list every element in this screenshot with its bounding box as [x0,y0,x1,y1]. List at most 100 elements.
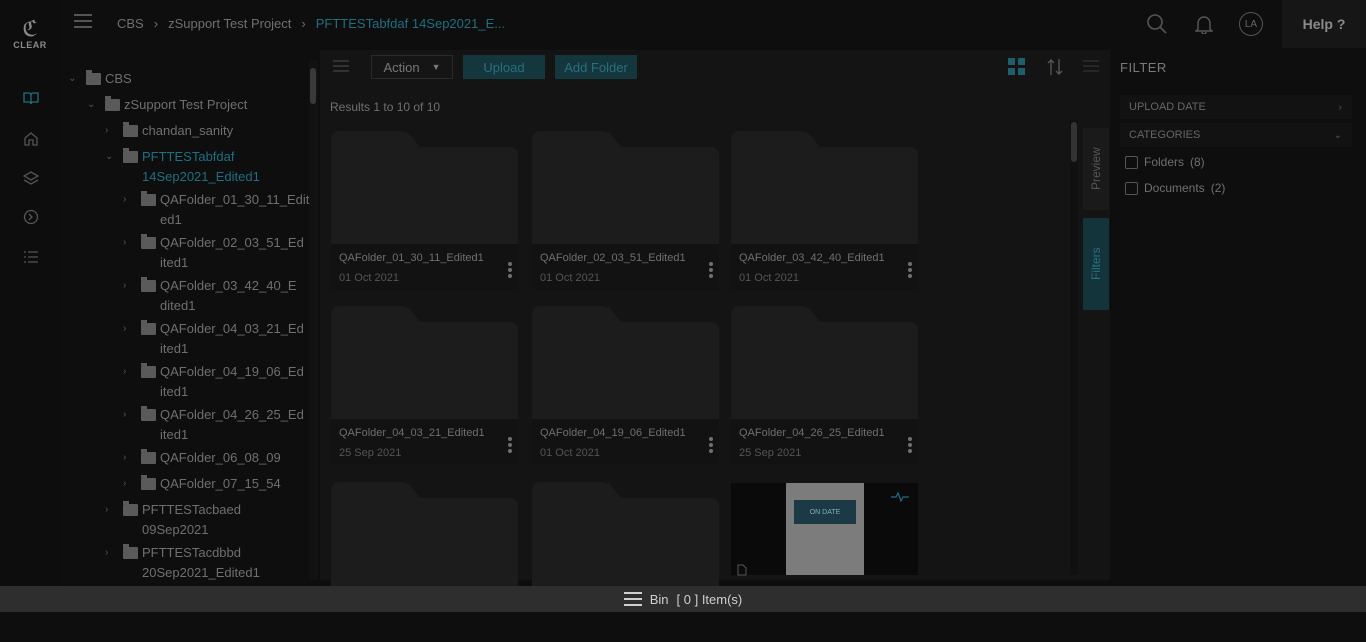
card-date: 25 Sep 2021 [739,447,802,459]
folder-body-shape [331,322,518,419]
folder-icon [141,277,156,292]
filters-tab[interactable]: Filters [1083,218,1109,310]
chevron-right-icon[interactable]: › [123,190,135,210]
tree-node-item[interactable]: › QAFolder_01_30_11_Edit ed1 [123,190,309,230]
tree-scrollbar[interactable] [310,68,316,104]
add-folder-button[interactable]: Add Folder [555,55,637,79]
folder-icon [86,70,101,85]
tree-node-cbs[interactable]: ⌄ CBS [68,69,132,89]
clear-logo[interactable]: ℭ CLEAR [12,18,48,54]
card-footer: QAFolder_04_26_25_Edited1 25 Sep 2021 [731,419,918,465]
more-options-icon[interactable] [709,437,713,455]
more-options-icon[interactable] [508,437,512,455]
chevron-right-icon[interactable]: › [105,121,117,141]
chevron-down-icon[interactable]: ⌄ [68,69,80,89]
tree-node-item[interactable]: ⌄ PFTTESTabfdaf 14Sep2021_Edited1 [105,147,260,187]
tree-node-label-line1: PFTTESTacdbbd [142,545,241,560]
upload-date-filter[interactable]: UPLOAD DATE › [1120,95,1352,119]
chevron-down-icon[interactable]: ⌄ [87,95,99,115]
content-area: Action ▼ Upload Add Folder Results 1 to … [320,50,1110,595]
tree-node-item[interactable]: › PFTTESTacbaed 09Sep2021 [105,500,241,540]
chevron-right-icon[interactable]: › [105,500,117,520]
folder-card[interactable]: QAFolder_01_30_11_Edited1 01 Oct 2021 [331,131,518,291]
more-options-icon[interactable] [908,262,912,280]
folder-card[interactable] [331,482,518,642]
bell-icon[interactable] [1192,12,1216,36]
folder-card[interactable]: QAFolder_04_26_25_Edited1 25 Sep 2021 [731,306,918,466]
logo-mark-icon: ℭ [22,16,38,41]
card-date: 01 Oct 2021 [339,272,399,284]
home-icon[interactable] [20,129,42,147]
sync-icon[interactable] [20,208,42,226]
breadcrumb-cbs[interactable]: CBS [117,16,144,31]
details-panel-icon[interactable] [1083,59,1099,78]
chevron-right-icon[interactable]: › [123,362,135,382]
folder-icon [141,363,156,378]
book-icon[interactable] [20,89,42,107]
categories-label: CATEGORIES [1129,129,1201,141]
sort-icon[interactable] [1047,58,1063,81]
folder-icon [123,122,138,137]
folder-card[interactable]: QAFolder_02_03_51_Edited1 01 Oct 2021 [532,131,719,291]
card-footer: QAFolder_04_03_21_Edited1 25 Sep 2021 [331,419,518,465]
grid-view-icon[interactable] [1008,58,1025,80]
tree-node-item[interactable]: › QAFolder_06_08_09 [123,448,281,468]
folder-body-shape [532,322,719,419]
help-button[interactable]: Help ? [1282,0,1366,48]
checkbox-box[interactable] [1125,155,1138,169]
document-thumbnail [786,483,864,575]
more-options-icon[interactable] [508,262,512,280]
folder-card[interactable]: QAFolder_04_03_21_Edited1 25 Sep 2021 [331,306,518,466]
tree-node-label: chandan_sanity [142,121,233,141]
tree-node-label-line1: QAFolder_01_30_11_Edit [160,192,310,207]
chevron-right-icon[interactable]: › [105,543,117,563]
card-name: QAFolder_03_42_40_Edited1 [739,252,885,264]
folders-checkbox[interactable]: Folders (8) [1125,155,1205,169]
chevron-right-icon[interactable]: › [123,405,135,425]
chevron-right-icon[interactable]: › [123,474,135,494]
card-name: QAFolder_01_30_11_Edited1 [339,252,484,264]
documents-checkbox[interactable]: Documents (2) [1125,181,1225,195]
chevron-right-icon[interactable]: › [123,276,135,296]
folder-body-shape [331,147,518,244]
layers-icon[interactable] [20,169,42,187]
tree-node-project[interactable]: ⌄ zSupport Test Project [87,95,247,115]
upload-button[interactable]: Upload [463,55,545,79]
categories-filter[interactable]: CATEGORIES ⌄ [1120,123,1352,147]
chevron-right-icon[interactable]: › [123,319,135,339]
tree-node-label-line1: QAFolder_06_08_09 [160,450,281,465]
list-icon[interactable] [20,248,42,266]
chevron-right-icon[interactable]: › [123,448,135,468]
breadcrumb-current[interactable]: PFTTESTabfdaf 14Sep2021_E... [316,16,505,31]
folder-body-shape [731,147,918,244]
content-scrollbar[interactable] [1070,120,1078,575]
list-view-toggle-icon[interactable] [333,59,349,73]
avatar[interactable]: LA [1239,12,1263,36]
bin-bar[interactable]: Bin [ 0 ] Item(s) [0,586,1366,612]
content-scrollbar-thumb[interactable] [1071,122,1077,162]
folder-card[interactable]: QAFolder_04_19_06_Edited1 01 Oct 2021 [532,306,719,466]
tree-node-item[interactable]: › QAFolder_04_19_06_Ed ited1 [123,362,304,402]
tree-node-item[interactable]: › QAFolder_04_03_21_Ed ited1 [123,319,304,359]
tree-node-item[interactable]: › QAFolder_03_42_40_E dited1 [123,276,297,316]
preview-tab[interactable]: Preview [1083,128,1109,210]
menu-icon[interactable] [74,14,92,28]
folder-icon [141,475,156,490]
document-card[interactable]: ON DATE [731,483,918,576]
action-label: Action [383,59,420,75]
tree-node-item[interactable]: › QAFolder_04_26_25_Ed ited1 [123,405,304,445]
tree-node-item[interactable]: › PFTTESTacdbbd 20Sep2021_Edited1 [105,543,260,583]
tree-node-item[interactable]: › QAFolder_07_15_54 [123,474,281,494]
folder-card[interactable] [532,482,719,642]
action-dropdown[interactable]: Action ▼ [371,55,453,79]
checkbox-box[interactable] [1125,181,1138,195]
chevron-right-icon[interactable]: › [123,233,135,253]
chevron-down-icon[interactable]: ⌄ [105,147,117,167]
more-options-icon[interactable] [908,437,912,455]
tree-node-item[interactable]: › QAFolder_02_03_51_Ed ited1 [123,233,304,273]
tree-node-item[interactable]: › chandan_sanity [105,121,233,141]
folder-card[interactable]: QAFolder_03_42_40_Edited1 01 Oct 2021 [731,131,918,291]
breadcrumb-project[interactable]: zSupport Test Project [168,16,291,31]
more-options-icon[interactable] [709,262,713,280]
search-icon[interactable] [1145,12,1169,36]
